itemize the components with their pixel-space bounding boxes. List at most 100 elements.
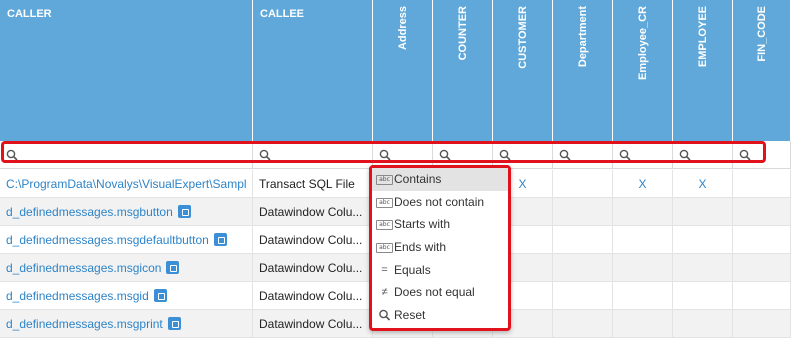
caller-cell[interactable]: C:\ProgramData\Novalys\VisualExpert\Samp…	[0, 170, 253, 198]
object-icon[interactable]	[213, 233, 227, 247]
fin-code-cell	[733, 282, 791, 310]
search-icon	[6, 149, 18, 161]
filter-input-employee-cr[interactable]	[613, 141, 673, 169]
employee-cr-cell	[613, 310, 673, 338]
object-icon[interactable]	[167, 317, 181, 331]
department-cell	[553, 170, 613, 198]
callee-text: Datawindow Colu...	[259, 289, 363, 303]
callee-text: Datawindow Colu...	[259, 317, 363, 331]
callee-text: Datawindow Colu...	[259, 261, 363, 275]
filter-input-employee[interactable]	[673, 141, 733, 169]
caller-link[interactable]: C:\ProgramData\Novalys\VisualExpert\Samp…	[6, 177, 247, 191]
search-icon	[439, 149, 451, 161]
employee-cell	[673, 310, 733, 338]
menu-item-contains[interactable]: abc Contains	[372, 168, 508, 191]
caller-cell[interactable]: d_definedmessages.msgid	[0, 282, 253, 310]
department-cell	[553, 198, 613, 226]
data-grid: CALLER CALLEE Address COUNTER CUSTOMER D…	[0, 0, 791, 338]
column-header-department[interactable]: Department	[553, 0, 613, 141]
menu-item-ends-with[interactable]: abc Ends with	[372, 236, 508, 259]
menu-item-label: Contains	[394, 172, 442, 186]
search-icon	[379, 309, 391, 321]
caller-link[interactable]: d_definedmessages.msgicon	[6, 261, 161, 275]
callee-cell: Datawindow Colu...	[253, 226, 373, 254]
column-header-callee[interactable]: CALLEE	[253, 0, 373, 141]
callee-cell: Transact SQL File	[253, 170, 373, 198]
department-cell	[553, 254, 613, 282]
employee-cr-cell	[613, 254, 673, 282]
callee-cell: Datawindow Colu...	[253, 310, 373, 338]
caller-cell[interactable]: d_definedmessages.msgdefaultbutton	[0, 226, 253, 254]
employee-cell	[673, 254, 733, 282]
filter-input-callee[interactable]	[253, 141, 373, 169]
menu-item-reset[interactable]: Reset	[372, 304, 508, 327]
employee-cr-cell: X	[613, 170, 673, 198]
column-header-callee-label: CALLEE	[260, 8, 304, 20]
caller-link[interactable]: d_definedmessages.msgdefaultbutton	[6, 233, 209, 247]
usage-mark: X	[518, 177, 527, 191]
menu-item-label: Does not contain	[394, 194, 485, 209]
column-header-label: COUNTER	[456, 6, 469, 61]
caller-link[interactable]: d_definedmessages.msgid	[6, 289, 149, 303]
contains-icon: abc	[376, 175, 393, 185]
fin-code-cell	[733, 170, 791, 198]
filter-input-caller[interactable]	[0, 141, 253, 169]
column-header-caller[interactable]: CALLER	[0, 0, 253, 141]
caller-cell[interactable]: d_definedmessages.msgbutton	[0, 198, 253, 226]
column-header-employee[interactable]: EMPLOYEE	[673, 0, 733, 141]
object-icon[interactable]	[166, 261, 180, 275]
column-header-label: Department	[576, 6, 589, 68]
menu-item-label: Starts with	[394, 217, 451, 232]
menu-item-starts-with[interactable]: abc Starts with	[372, 213, 508, 236]
caller-cell[interactable]: d_definedmessages.msgprint	[0, 310, 253, 338]
menu-item-label: Ends with	[394, 240, 447, 255]
column-header-label: Employee_CR	[636, 6, 649, 80]
employee-cell	[673, 282, 733, 310]
starts-with-icon: abc	[376, 220, 393, 231]
caller-link[interactable]: d_definedmessages.msgbutton	[6, 205, 173, 219]
employee-cr-cell	[613, 226, 673, 254]
employee-cell	[673, 226, 733, 254]
column-header-label: Address	[397, 6, 409, 51]
search-icon	[259, 149, 271, 161]
fin-code-cell	[733, 198, 791, 226]
filter-input-department[interactable]	[553, 141, 613, 169]
menu-item-label: Equals	[394, 262, 431, 277]
callee-text: Transact SQL File	[259, 177, 355, 191]
menu-item-does-not-contain[interactable]: abc Does not contain	[372, 191, 508, 214]
column-header-label: CUSTOMER	[516, 6, 529, 69]
employee-cr-cell	[613, 198, 673, 226]
column-header-label: EMPLOYEE	[696, 6, 709, 68]
column-header-address[interactable]: Address	[373, 0, 433, 141]
menu-item-does-not-equal[interactable]: ≠ Does not equal	[372, 281, 508, 304]
employee-cr-cell	[613, 282, 673, 310]
column-header-counter[interactable]: COUNTER	[433, 0, 493, 141]
callee-cell: Datawindow Colu...	[253, 282, 373, 310]
column-header-employee-cr[interactable]: Employee_CR	[613, 0, 673, 141]
search-icon	[499, 149, 511, 161]
usage-mark: X	[698, 177, 707, 191]
department-cell	[553, 282, 613, 310]
callee-text: Datawindow Colu...	[259, 233, 363, 247]
employee-cell	[673, 198, 733, 226]
column-header-fin-code[interactable]: FIN_CODE	[733, 0, 791, 141]
column-header-customer[interactable]: CUSTOMER	[493, 0, 553, 141]
callee-cell: Datawindow Colu...	[253, 254, 373, 282]
search-icon	[379, 149, 391, 161]
column-header-caller-label: CALLER	[7, 8, 52, 20]
caller-link[interactable]: d_definedmessages.msgprint	[6, 317, 163, 331]
filter-input-fin-code[interactable]	[733, 141, 791, 169]
menu-item-equals[interactable]: = Equals	[372, 259, 508, 282]
callee-text: Datawindow Colu...	[259, 205, 363, 219]
employee-cell: X	[673, 170, 733, 198]
equals-icon: =	[381, 263, 388, 276]
search-icon	[559, 149, 571, 161]
object-icon[interactable]	[153, 289, 167, 303]
caller-cell[interactable]: d_definedmessages.msgicon	[0, 254, 253, 282]
callee-cell: Datawindow Colu...	[253, 198, 373, 226]
column-header-label: FIN_CODE	[755, 6, 768, 62]
department-cell	[553, 226, 613, 254]
menu-item-label: Reset	[394, 308, 426, 323]
search-icon	[619, 149, 631, 161]
object-icon[interactable]	[177, 205, 191, 219]
